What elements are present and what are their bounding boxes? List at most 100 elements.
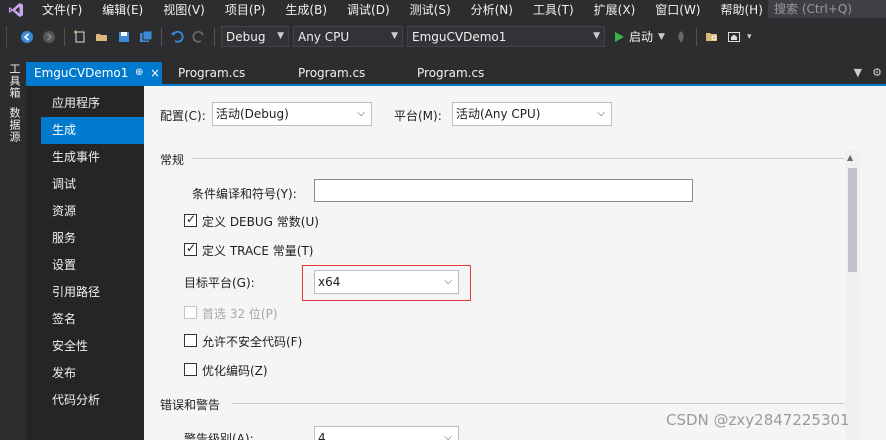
menu-test[interactable]: 测试(S) (400, 0, 461, 20)
prefer-32bit-label: 首选 32 位(P) (202, 307, 278, 321)
menu-extensions[interactable]: 扩展(X) (584, 0, 646, 20)
conditional-symbols-label: 条件编译和符号(Y): (192, 187, 297, 201)
start-debugging-button[interactable]: 启动 ▼ (613, 28, 665, 45)
warning-level-select[interactable]: 4 ⌵ (314, 426, 459, 440)
tab-program-cs-2[interactable]: Program.cs (290, 62, 400, 84)
standard-toolbar: Debug ▼ Any CPU ▼ EmguCVDemo1 ▼ 启动 ▼ ▾ (0, 20, 886, 53)
platform-select[interactable]: 活动(Any CPU) ⌵ (452, 102, 612, 126)
chevron-down-icon: ⌵ (444, 276, 452, 287)
menu-analyze[interactable]: 分析(N) (461, 0, 523, 20)
redo-icon[interactable] (189, 27, 209, 47)
vertical-scrollbar[interactable]: ▲ (845, 150, 860, 440)
data-sources-tab[interactable]: 数据源 (6, 107, 22, 143)
checkmark-icon: ✓ (186, 212, 197, 226)
platform-value: 活动(Any CPU) (456, 107, 541, 121)
optimize-code-label: 优化编码(Z) (202, 364, 268, 378)
target-platform-label: 目标平台(G): (184, 276, 255, 290)
nav-item-application[interactable]: 应用程序 (41, 90, 144, 117)
menu-edit[interactable]: 编辑(E) (92, 0, 153, 20)
toolbar-separator (161, 27, 162, 46)
new-item-icon[interactable] (70, 27, 90, 47)
define-debug-label: 定义 DEBUG 常数(U) (202, 215, 319, 229)
watermark: CSDN @zxy2847225301 (666, 411, 850, 429)
nav-item-debug[interactable]: 调试 (41, 171, 144, 198)
nav-item-security[interactable]: 安全性 (41, 333, 144, 360)
menu-tools[interactable]: 工具(T) (523, 0, 584, 20)
chevron-down-icon: ⌵ (357, 108, 365, 119)
nav-item-resources[interactable]: 资源 (41, 198, 144, 225)
toolbox-tab[interactable]: 工具箱 (6, 63, 22, 99)
menu-help[interactable]: 帮助(H) (711, 0, 773, 20)
back-icon[interactable] (17, 27, 37, 47)
menu-build[interactable]: 生成(B) (275, 0, 337, 20)
window-layout-icon[interactable] (724, 27, 744, 47)
general-section-title: 常规 (160, 153, 185, 167)
visual-studio-logo-icon[interactable] (0, 0, 32, 20)
nav-item-settings[interactable]: 设置 (41, 252, 144, 279)
nav-item-build[interactable]: 生成 (41, 117, 144, 144)
solution-configuration-select[interactable]: Debug ▼ (221, 26, 289, 47)
quick-search-input[interactable]: 搜索 (Ctrl+Q) (768, 0, 886, 18)
tab-program-cs-1[interactable]: Program.cs (170, 62, 280, 84)
toolbar-separator (64, 27, 65, 46)
undo-icon[interactable] (167, 27, 187, 47)
save-all-icon[interactable] (136, 27, 156, 47)
tab-list-dropdown-icon[interactable]: ▼ (854, 62, 862, 84)
nav-item-publish[interactable]: 发布 (41, 360, 144, 387)
define-trace-label: 定义 TRACE 常量(T) (202, 244, 314, 258)
menu-file[interactable]: 文件(F) (32, 0, 92, 20)
configuration-label: 配置(C): (160, 109, 206, 123)
allow-unsafe-checkbox[interactable] (184, 334, 197, 347)
target-platform-select[interactable]: x64 ⌵ (314, 270, 459, 294)
tab-project-properties[interactable]: EmguCVDemo1 ⊕ × (26, 62, 162, 84)
toolbar-grip[interactable] (6, 26, 10, 47)
nav-item-reference-paths[interactable]: 引用路径 (41, 279, 144, 306)
menu-debug[interactable]: 调试(D) (337, 0, 400, 20)
menu-window[interactable]: 窗口(W) (645, 0, 710, 20)
optimize-code-checkbox[interactable] (184, 363, 197, 376)
project-properties-nav: 应用程序 生成 生成事件 调试 资源 服务 设置 引用路径 签名 安全性 发布 … (26, 86, 144, 440)
configuration-select[interactable]: 活动(Debug) ⌵ (212, 102, 372, 126)
conditional-symbols-input[interactable] (314, 179, 693, 202)
warning-level-value: 4 (318, 431, 326, 440)
toolbar-overflow-icon[interactable]: ▾ (747, 32, 752, 42)
pin-icon[interactable]: ⊕ (135, 62, 143, 84)
scrollbar-thumb[interactable] (848, 168, 857, 272)
solution-platform-select[interactable]: Any CPU ▼ (293, 26, 403, 47)
chevron-down-icon: ▼ (277, 31, 284, 41)
save-icon[interactable] (114, 27, 134, 47)
solution-platform-value: Any CPU (298, 29, 350, 44)
warning-level-label: 警告级别(A): (184, 432, 254, 440)
chevron-down-icon: ▼ (593, 31, 600, 41)
build-properties-panel: 配置(C): 活动(Debug) ⌵ 平台(M): 活动(Any CPU) ⌵ 常规… (144, 86, 886, 440)
hot-reload-icon[interactable] (671, 27, 691, 47)
nav-item-signing[interactable]: 签名 (41, 306, 144, 333)
chevron-down-icon: ⌵ (444, 432, 452, 440)
close-icon[interactable]: × (150, 62, 160, 84)
open-folder-icon[interactable] (92, 27, 112, 47)
chevron-down-icon: ▼ (391, 31, 398, 41)
forward-icon[interactable] (39, 27, 59, 47)
nav-item-build-events[interactable]: 生成事件 (41, 144, 144, 171)
errors-warnings-section-title: 错误和警告 (160, 398, 221, 412)
section-divider (232, 403, 844, 404)
checkmark-icon: ✓ (186, 241, 197, 255)
settings-gear-icon[interactable]: ⚙ (872, 62, 882, 84)
define-trace-checkbox[interactable]: ✓ (184, 241, 197, 256)
menu-bar: 文件(F) 编辑(E) 视图(V) 项目(P) 生成(B) 调试(D) 测试(S… (0, 0, 886, 20)
tab-program-cs-3[interactable]: Program.cs (409, 62, 519, 84)
find-in-files-icon[interactable] (702, 27, 722, 47)
startup-project-select[interactable]: EmguCVDemo1 ▼ (407, 26, 605, 47)
define-debug-checkbox[interactable]: ✓ (184, 212, 197, 227)
menu-project[interactable]: 项目(P) (215, 0, 276, 20)
scroll-up-icon[interactable]: ▲ (847, 153, 853, 162)
configuration-value: 活动(Debug) (216, 107, 289, 121)
nav-item-services[interactable]: 服务 (41, 225, 144, 252)
prefer-32bit-checkbox[interactable] (184, 306, 197, 319)
allow-unsafe-label: 允许不安全代码(F) (202, 335, 303, 349)
toolbar-separator (695, 27, 697, 46)
side-tool-strip: 工具箱 数据源 (0, 53, 26, 440)
menu-view[interactable]: 视图(V) (153, 0, 215, 20)
play-icon (615, 31, 624, 42)
nav-item-code-analysis[interactable]: 代码分析 (41, 387, 144, 414)
